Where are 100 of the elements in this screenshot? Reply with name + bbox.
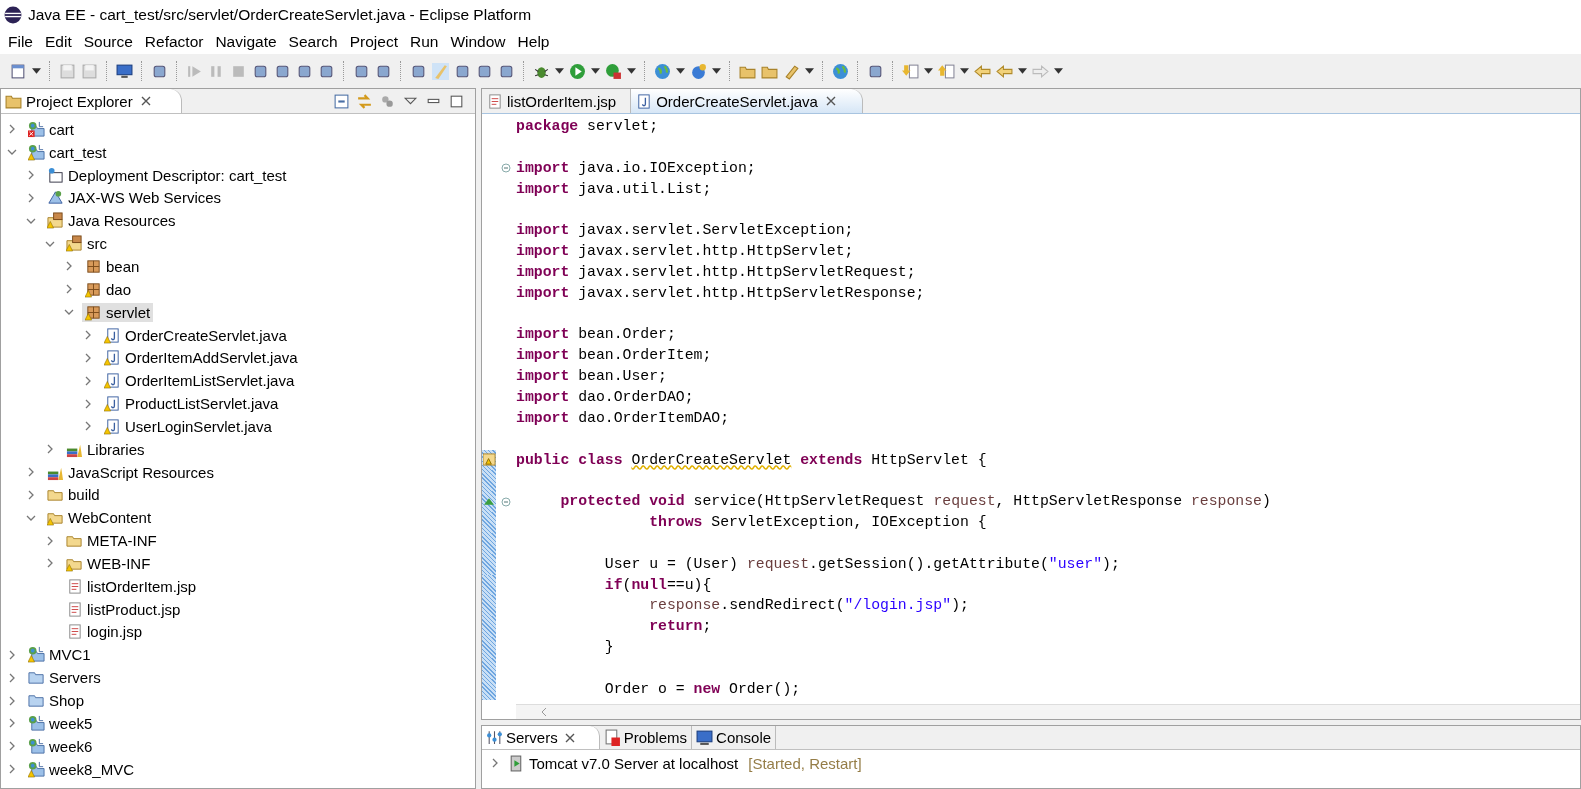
editor-tab[interactable]: OrderCreateServlet.java: [631, 89, 863, 113]
menu-item[interactable]: Navigate: [209, 33, 283, 51]
menu-item[interactable]: Edit: [39, 33, 78, 51]
globe-icon[interactable]: [654, 62, 671, 80]
arrow-icon[interactable]: [974, 62, 991, 80]
menu-item[interactable]: File: [2, 33, 39, 51]
chevron-icon[interactable]: [26, 489, 36, 500]
dropdown-caret-icon[interactable]: [712, 68, 721, 74]
collapse-all-icon[interactable]: [333, 92, 350, 110]
tree-item[interactable]: servlet: [82, 302, 154, 322]
chevron-icon[interactable]: [83, 375, 93, 386]
tree-item[interactable]: listOrderItem.jsp: [63, 576, 200, 596]
tree-item[interactable]: Servers: [25, 668, 104, 688]
chevron-icon[interactable]: [26, 192, 36, 203]
chevron-icon[interactable]: [7, 764, 17, 775]
tree-item[interactable]: WEB-INF: [63, 553, 154, 573]
tree-item[interactable]: Libraries: [63, 439, 148, 459]
new-file-icon[interactable]: [10, 62, 27, 80]
tree-item[interactable]: UserLoginServlet.java: [101, 416, 275, 436]
dropdown-caret-icon[interactable]: [32, 68, 41, 74]
close-icon[interactable]: [825, 96, 836, 106]
chevron-icon[interactable]: [83, 330, 93, 340]
fold-icon[interactable]: [501, 496, 511, 507]
tree-item[interactable]: week8_MVC: [25, 759, 138, 779]
panel-tab[interactable]: Problems: [599, 726, 693, 749]
tree-item[interactable]: Java Resources: [44, 211, 179, 231]
run-icon[interactable]: [569, 62, 586, 80]
tree-item[interactable]: bean: [82, 257, 143, 276]
panel-tab[interactable]: Servers: [482, 726, 600, 749]
horizontal-scrollbar[interactable]: [516, 704, 1580, 719]
dropdown-caret-icon[interactable]: [960, 68, 969, 74]
dropdown-caret-icon[interactable]: [1054, 68, 1063, 74]
close-icon[interactable]: [140, 96, 151, 106]
arrow-icon[interactable]: [996, 62, 1013, 80]
chevron-icon[interactable]: [26, 467, 36, 478]
menu-item[interactable]: Project: [343, 33, 404, 51]
chevron-icon[interactable]: [490, 758, 500, 768]
tree-item[interactable]: JAX-WS Web Services: [44, 188, 225, 208]
close-icon[interactable]: [564, 732, 575, 743]
tree-item[interactable]: JavaScript Resources: [44, 462, 217, 482]
tree-item[interactable]: Deployment Descriptor: cart_test: [44, 165, 290, 185]
tree-item[interactable]: week6: [25, 736, 96, 756]
chevron-icon[interactable]: [7, 695, 17, 706]
chevron-icon[interactable]: [83, 352, 93, 363]
scroll-left-icon[interactable]: [540, 707, 548, 717]
tree-item[interactable]: OrderItemListServlet.java: [101, 371, 298, 391]
menu-item[interactable]: Refactor: [138, 33, 210, 51]
warning-icon[interactable]: [483, 453, 496, 467]
dropdown-caret-icon[interactable]: [555, 68, 564, 74]
toolbar-icon[interactable]: [938, 62, 955, 80]
toolbar-icon[interactable]: [605, 62, 622, 80]
tree-item[interactable]: build: [44, 485, 103, 505]
server-name[interactable]: Tomcat v7.0 Server at localhost: [529, 754, 739, 772]
chevron-icon[interactable]: [7, 741, 17, 752]
menu-item[interactable]: Window: [444, 33, 512, 51]
chevron-icon[interactable]: [26, 170, 36, 181]
dropdown-caret-icon[interactable]: [627, 68, 636, 74]
tree-item[interactable]: cart: [25, 119, 77, 139]
menu-item[interactable]: Help: [511, 33, 556, 51]
chevron-icon[interactable]: [64, 261, 74, 272]
chevron-icon[interactable]: [45, 558, 55, 569]
toolbar-icon[interactable]: [783, 62, 800, 80]
chevron-icon[interactable]: [83, 421, 93, 432]
tree-item[interactable]: listProduct.jsp: [63, 599, 184, 619]
dropdown-caret-icon[interactable]: [924, 68, 933, 74]
chevron-icon[interactable]: [7, 718, 17, 729]
tree-item[interactable]: dao: [82, 279, 135, 299]
chevron-icon[interactable]: [45, 535, 55, 546]
tree-item[interactable]: src: [63, 234, 110, 254]
dropdown-caret-icon[interactable]: [1018, 68, 1027, 74]
chevron-icon[interactable]: [7, 124, 17, 135]
tree-item[interactable]: ProductListServlet.java: [101, 394, 282, 414]
dropdown-caret-icon[interactable]: [805, 68, 814, 74]
toolbar-icon[interactable]: [690, 62, 707, 80]
triangle-icon[interactable]: [484, 498, 494, 506]
menu-item[interactable]: Source: [77, 33, 139, 51]
tree-item[interactable]: Shop: [25, 691, 88, 710]
monitor-icon[interactable]: [116, 62, 133, 80]
tree-item[interactable]: META-INF: [63, 531, 160, 551]
chevron-icon[interactable]: [45, 444, 55, 455]
project-explorer-tab[interactable]: Project Explorer: [1, 89, 182, 113]
toolbar-icon[interactable]: [902, 62, 919, 80]
globe-icon[interactable]: [832, 62, 849, 80]
chevron-icon[interactable]: [7, 672, 17, 683]
tree-item[interactable]: week5: [25, 713, 96, 733]
menu-item[interactable]: Search: [282, 33, 344, 51]
chevron-icon[interactable]: [83, 398, 93, 409]
chevron-icon[interactable]: [7, 649, 17, 660]
fold-icon[interactable]: [501, 163, 511, 174]
tree-item[interactable]: OrderItemAddServlet.java: [101, 348, 301, 368]
dropdown-caret-icon[interactable]: [676, 68, 685, 74]
chevron-icon[interactable]: [64, 284, 74, 295]
tree-item[interactable]: WebContent: [44, 508, 155, 528]
tree-item[interactable]: MVC1: [25, 645, 94, 665]
dropdown-caret-icon[interactable]: [591, 68, 600, 74]
tree-item[interactable]: login.jsp: [63, 622, 146, 642]
menu-item[interactable]: Run: [404, 33, 445, 51]
panel-tab[interactable]: Console: [692, 726, 777, 749]
tree-item[interactable]: cart_test: [25, 142, 110, 162]
tree-item[interactable]: OrderCreateServlet.java: [101, 325, 290, 345]
